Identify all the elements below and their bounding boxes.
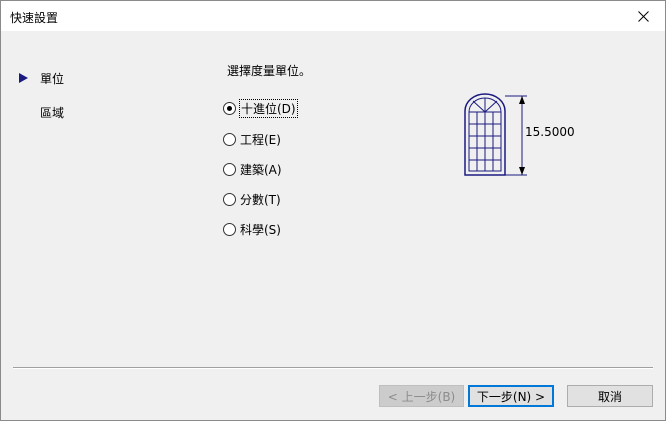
play-arrow-icon <box>19 73 29 83</box>
radio-label: 工程(E) <box>240 132 281 147</box>
nav-item-area[interactable]: 區域 <box>19 103 64 121</box>
window-title: 快速設置 <box>10 11 59 25</box>
title-bar: 快速設置 <box>1 1 665 31</box>
back-button[interactable]: < 上一步(B) <box>379 385 464 407</box>
divider <box>13 367 653 369</box>
nav-item-label: 區域 <box>40 105 65 120</box>
cancel-button[interactable]: 取消 <box>567 385 653 407</box>
units-prompt: 選擇度量單位。 <box>227 64 312 78</box>
radio-label: 分數(T) <box>240 192 281 207</box>
dimension-value: 15.5000 <box>525 125 575 139</box>
radio-architectural[interactable]: 建築(A) <box>223 160 282 178</box>
quick-setup-dialog: 快速設置 單位 區域 選擇度量單位。 十進位(D) 工程(E) 建築(A) 分數… <box>0 0 666 421</box>
radio-fractional[interactable]: 分數(T) <box>223 190 281 208</box>
radio-decimal[interactable]: 十進位(D) <box>223 98 298 118</box>
radio-button[interactable] <box>223 132 236 146</box>
radio-button[interactable] <box>223 162 236 176</box>
close-button[interactable] <box>621 1 665 31</box>
radio-selected-dot <box>227 105 232 111</box>
radio-label: 十進位(D) <box>239 98 298 118</box>
close-icon <box>637 10 649 22</box>
nav-item-label: 單位 <box>40 71 65 86</box>
radio-label: 科學(S) <box>240 222 281 237</box>
radio-label: 建築(A) <box>240 162 282 177</box>
radio-scientific[interactable]: 科學(S) <box>223 220 281 238</box>
radio-engineering[interactable]: 工程(E) <box>223 130 281 148</box>
radio-button[interactable] <box>223 192 236 206</box>
radio-button[interactable] <box>223 222 236 236</box>
nav-item-units[interactable]: 單位 <box>19 69 64 87</box>
window-dimension-illustration <box>464 93 527 176</box>
next-button[interactable]: 下一步(N) > <box>468 385 554 407</box>
radio-button[interactable] <box>223 101 236 115</box>
